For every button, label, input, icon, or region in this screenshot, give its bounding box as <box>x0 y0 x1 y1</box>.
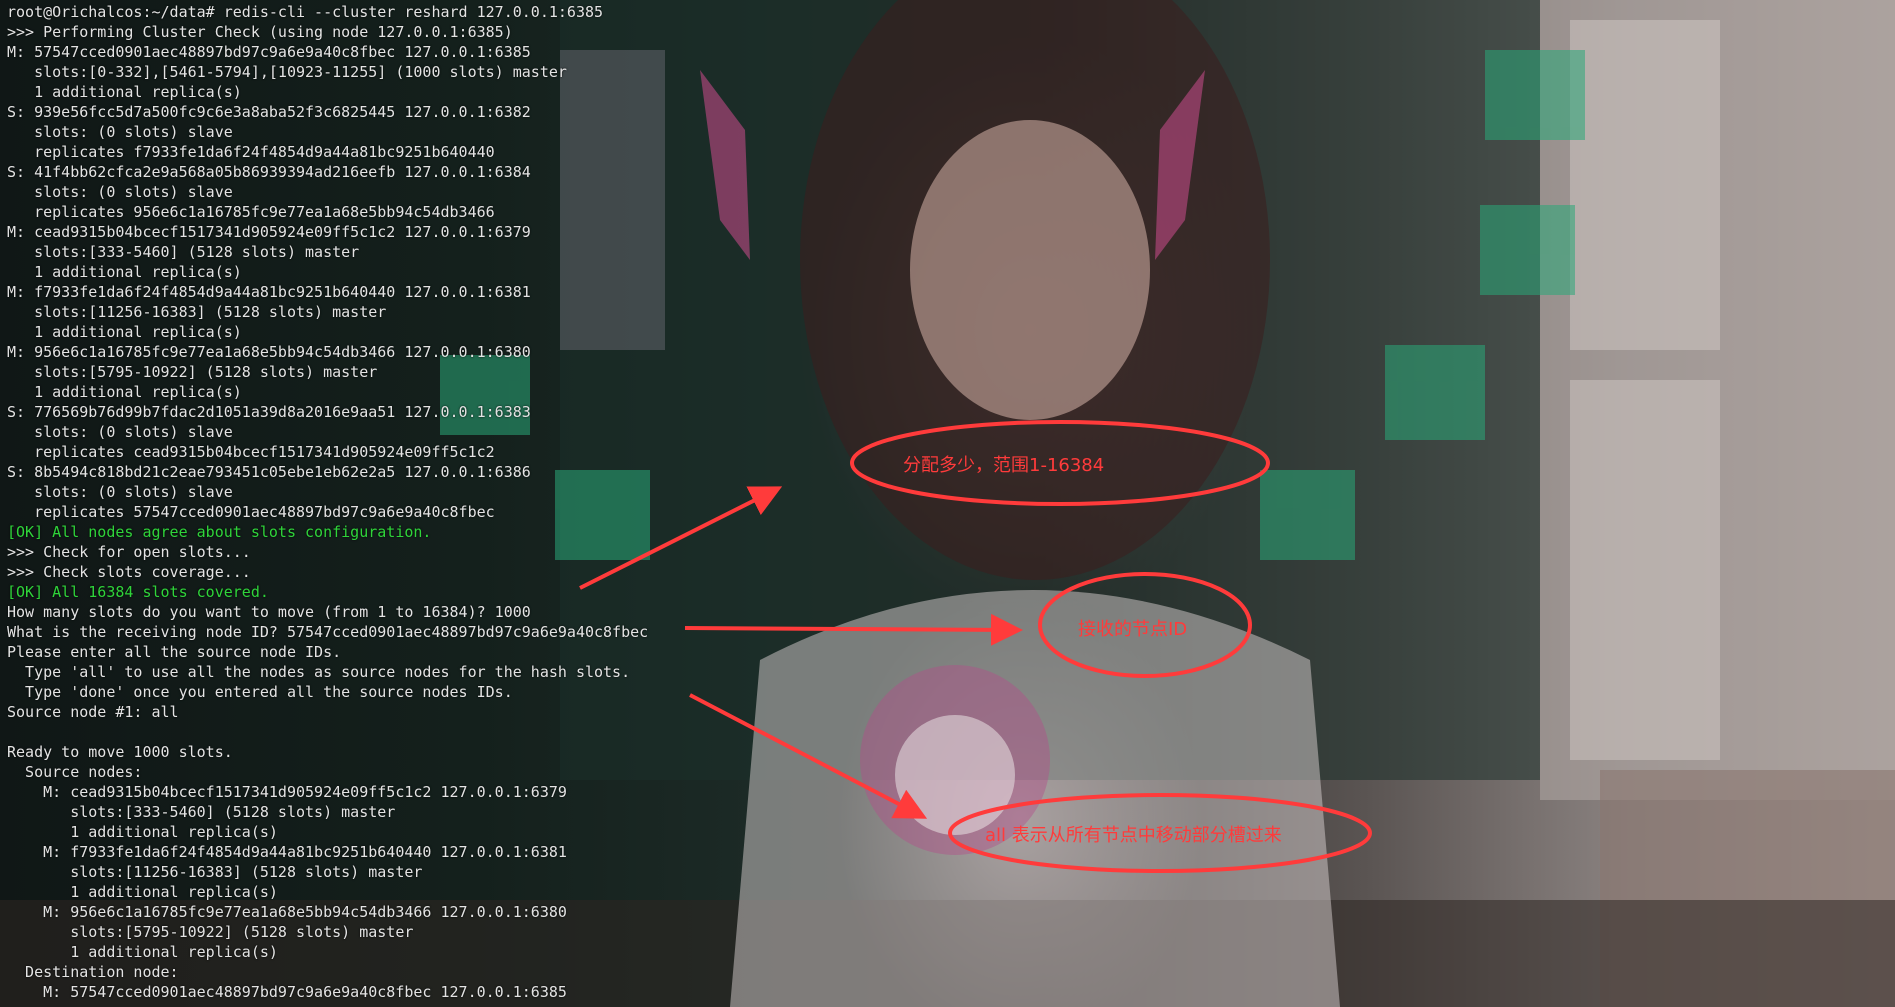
terminal-line: M: 956e6c1a16785fc9e77ea1a68e5bb94c54db3… <box>7 343 531 361</box>
terminal-line: S: 41f4bb62cfca2e9a568a05b86939394ad216e… <box>7 163 531 181</box>
terminal-line: >>> Performing Cluster Check (using node… <box>7 23 513 41</box>
terminal-line: replicates cead9315b04bcecf1517341d90592… <box>7 443 495 461</box>
terminal-line: M: 956e6c1a16785fc9e77ea1a68e5bb94c54db3… <box>7 903 567 921</box>
terminal-line: Destination node: <box>7 963 179 981</box>
terminal-ok-line: [OK] All nodes agree about slots configu… <box>7 523 432 541</box>
terminal-line: 1 additional replica(s) <box>7 83 242 101</box>
terminal-line: Ready to move 1000 slots. <box>7 743 233 761</box>
terminal-line: slots: (0 slots) slave <box>7 423 233 441</box>
terminal-line: >>> Check for open slots... <box>7 543 251 561</box>
terminal-line: S: 776569b76d99b7fdac2d1051a39d8a2016e9a… <box>7 403 531 421</box>
window-pane-top <box>1570 20 1720 350</box>
terminal-line: Source node #1: all <box>7 703 179 721</box>
source-all-annotation: all 表示从所有节点中移动部分槽过来 <box>985 825 1282 846</box>
terminal-line: slots:[333-5460] (5128 slots) master <box>7 243 360 261</box>
terminal-line: Type 'all' to use all the nodes as sourc… <box>7 663 631 681</box>
terminal-window[interactable]: root@Orichalcos:~/data# redis-cli --clus… <box>0 0 1895 1007</box>
terminal-line: replicates 956e6c1a16785fc9e77ea1a68e5bb… <box>7 203 495 221</box>
terminal-line: slots:[0-332],[5461-5794],[10923-11255] … <box>7 63 567 81</box>
terminal-line: 1 additional replica(s) <box>7 323 242 341</box>
terminal-line: slots: (0 slots) slave <box>7 483 233 501</box>
terminal-line: Source nodes: <box>7 763 143 781</box>
terminal-line: root@Orichalcos:~/data# redis-cli --clus… <box>7 3 604 21</box>
terminal-line: M: 57547cced0901aec48897bd97c9a6e9a40c8f… <box>7 983 567 1001</box>
terminal-line: slots:[333-5460] (5128 slots) master <box>7 803 396 821</box>
terminal-output[interactable]: root@Orichalcos:~/data# redis-cli --clus… <box>7 2 648 1002</box>
terminal-line: M: f7933fe1da6f24f4854d9a44a81bc9251b640… <box>7 283 531 301</box>
terminal-line: 1 additional replica(s) <box>7 823 278 841</box>
terminal-line: slots:[5795-10922] (5128 slots) master <box>7 923 414 941</box>
slot-count-annotation: 分配多少，范围1-16384 <box>903 455 1105 476</box>
terminal-line: >>> Check slots coverage... <box>7 563 251 581</box>
terminal-line: slots:[11256-16383] (5128 slots) master <box>7 863 423 881</box>
terminal-line: slots: (0 slots) slave <box>7 183 233 201</box>
terminal-line: M: cead9315b04bcecf1517341d905924e09ff5c… <box>7 783 567 801</box>
terminal-line: 1 additional replica(s) <box>7 383 242 401</box>
terminal-ok-line: [OK] All 16384 slots covered. <box>7 583 269 601</box>
terminal-line: replicates f7933fe1da6f24f4854d9a44a81bc… <box>7 143 495 161</box>
terminal-line: 1 additional replica(s) <box>7 883 278 901</box>
terminal-line: M: f7933fe1da6f24f4854d9a44a81bc9251b640… <box>7 843 567 861</box>
terminal-line: Please enter all the source node IDs. <box>7 643 342 661</box>
terminal-line: slots: (0 slots) slave <box>7 123 233 141</box>
terminal-line: slots:[5795-10922] (5128 slots) master <box>7 363 378 381</box>
terminal-line: replicates 57547cced0901aec48897bd97c9a6… <box>7 503 495 521</box>
terminal-line: M: 57547cced0901aec48897bd97c9a6e9a40c8f… <box>7 43 531 61</box>
terminal-line: M: cead9315b04bcecf1517341d905924e09ff5c… <box>7 223 531 241</box>
terminal-line: slots:[11256-16383] (5128 slots) master <box>7 303 387 321</box>
terminal-line: S: 8b5494c818bd21c2eae793451c05ebe1eb62e… <box>7 463 531 481</box>
terminal-line: Type 'done' once you entered all the sou… <box>7 683 513 701</box>
terminal-line: How many slots do you want to move (from… <box>7 603 531 621</box>
terminal-line: 1 additional replica(s) <box>7 263 242 281</box>
terminal-line: S: 939e56fcc5d7a500fc9c6e3a8aba52f3c6825… <box>7 103 531 121</box>
window-pane-bottom <box>1570 380 1720 760</box>
terminal-line: 1 additional replica(s) <box>7 943 278 961</box>
terminal-line: What is the receiving node ID? 57547cced… <box>7 623 649 641</box>
receiving-node-annotation: 接收的节点ID <box>1078 619 1188 640</box>
